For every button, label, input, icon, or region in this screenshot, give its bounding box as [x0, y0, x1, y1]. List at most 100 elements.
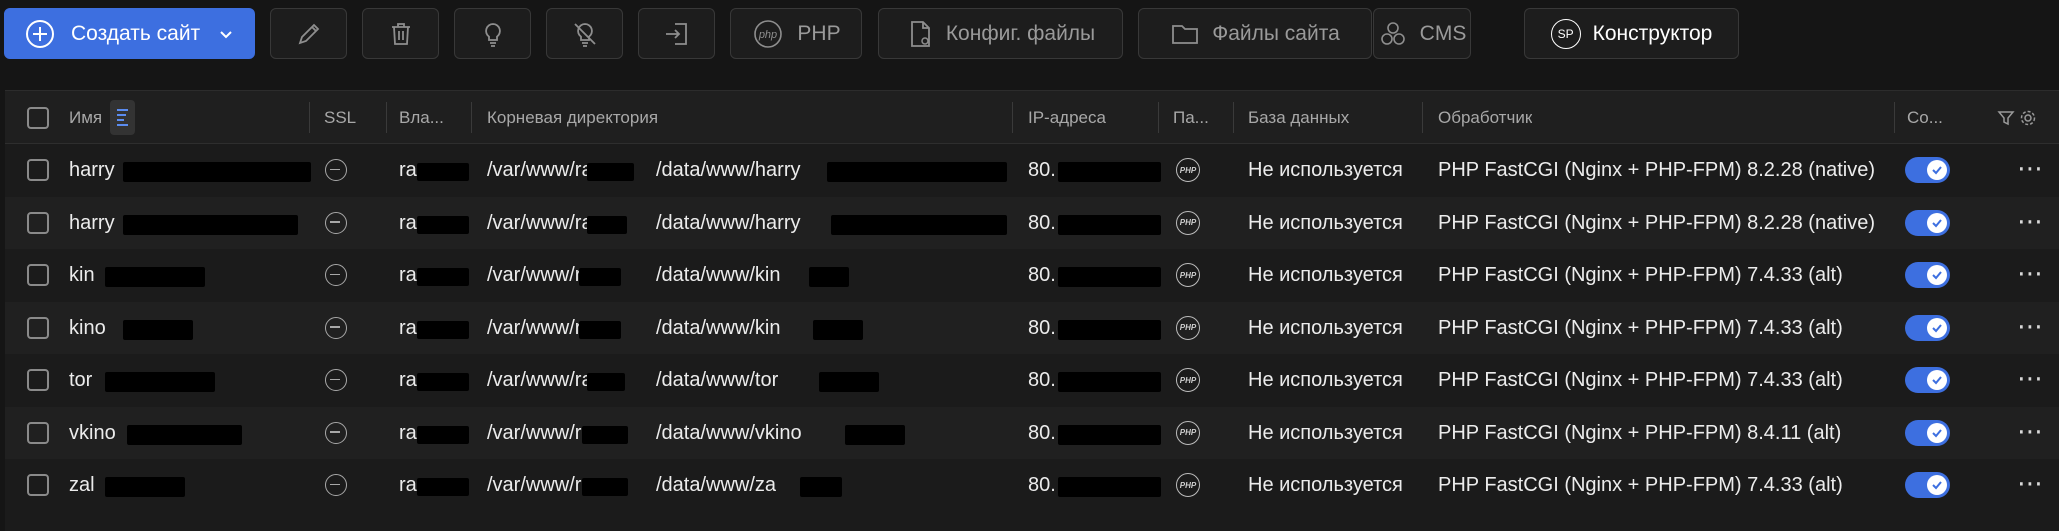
- column-divider[interactable]: [1894, 102, 1895, 133]
- root-directory-prefix: /var/www/ra: [487, 474, 593, 496]
- status-toggle[interactable]: [1905, 367, 1950, 393]
- pencil-icon: [298, 23, 319, 44]
- check-icon: [1932, 481, 1942, 490]
- toggle-knob: [1927, 212, 1947, 233]
- column-divider[interactable]: [309, 102, 310, 133]
- column-divider[interactable]: [1158, 102, 1159, 133]
- table-header: Имя SSL Вла... Корневая директория IP-ад…: [5, 91, 2059, 144]
- column-divider[interactable]: [1012, 102, 1013, 133]
- row-checkbox[interactable]: [27, 264, 49, 286]
- column-header-owner[interactable]: Вла...: [399, 91, 444, 144]
- edit-button[interactable]: [270, 8, 347, 59]
- column-header-name[interactable]: Имя: [69, 91, 102, 144]
- row-checkbox[interactable]: [27, 421, 49, 444]
- row-checkbox[interactable]: [27, 211, 49, 234]
- root-directory-suffix: /data/www/tor: [656, 369, 779, 391]
- root-directory-suffix: /data/www/harry: [656, 159, 801, 181]
- table-row[interactable]: harry ra /var/www/ra /data/www/harry 80.…: [5, 196, 2059, 249]
- redaction-mark: [582, 425, 628, 444]
- toggle-knob: [1927, 475, 1947, 495]
- filter-icon[interactable]: [1997, 109, 2015, 127]
- plus-circle-icon: [26, 19, 54, 48]
- select-all-checkbox[interactable]: [27, 107, 49, 129]
- column-header-handler[interactable]: Обработчик: [1438, 91, 1532, 144]
- handler: PHP FastCGI (Nginx + PHP-FPM) 7.4.33 (al…: [1438, 474, 1843, 496]
- lightbulb-off-icon: [573, 22, 596, 47]
- more-actions-icon[interactable]: ⋯: [2017, 418, 2044, 444]
- column-header-root-directory[interactable]: Корневая директория: [487, 91, 658, 144]
- row-checkbox[interactable]: [27, 369, 49, 391]
- sort-icon[interactable]: [110, 100, 135, 135]
- disable-button[interactable]: [546, 8, 623, 59]
- status-toggle[interactable]: [1905, 209, 1950, 236]
- database: Не используется: [1248, 264, 1403, 286]
- php-label: PHP: [797, 21, 841, 45]
- cms-button[interactable]: CMS: [1373, 8, 1471, 59]
- redaction-mark: [1058, 267, 1161, 287]
- column-header-pa[interactable]: Па...: [1173, 91, 1209, 144]
- column-header-status[interactable]: Со...: [1907, 91, 1943, 144]
- login-button[interactable]: [638, 8, 715, 59]
- create-site-button[interactable]: Создать сайт: [4, 8, 255, 59]
- redaction-mark: [417, 215, 469, 234]
- status-toggle[interactable]: [1905, 314, 1950, 341]
- site-name[interactable]: harry: [69, 144, 115, 196]
- column-header-database[interactable]: База данных: [1248, 91, 1349, 144]
- column-header-ssl[interactable]: SSL: [324, 91, 356, 144]
- site-name[interactable]: kin: [69, 249, 95, 301]
- column-divider[interactable]: [471, 102, 472, 133]
- site-owner: ra: [399, 264, 417, 286]
- site-name[interactable]: zal: [69, 459, 95, 511]
- column-divider[interactable]: [1422, 102, 1423, 133]
- redaction-mark: [1058, 424, 1161, 445]
- row-checkbox[interactable]: [27, 316, 49, 339]
- site-files-label: Файлы сайта: [1212, 21, 1340, 45]
- php-mode-icon: PHP: [1176, 368, 1200, 392]
- ssl-disabled-icon: [325, 211, 347, 234]
- root-directory-suffix: /data/www/vkino: [656, 421, 802, 444]
- table-row[interactable]: kino ra /var/www/ra /data/www/kin 80. PH…: [5, 301, 2059, 354]
- more-actions-icon[interactable]: ⋯: [2017, 470, 2044, 496]
- site-name[interactable]: vkino: [69, 407, 116, 459]
- table-row[interactable]: vkino ra /var/www/ra /data/www/vkino 80.…: [5, 406, 2059, 459]
- site-builder-button[interactable]: SP Конструктор: [1524, 8, 1739, 59]
- handler: PHP FastCGI (Nginx + PHP-FPM) 8.2.28 (na…: [1438, 159, 1875, 181]
- site-name[interactable]: kino: [69, 302, 106, 354]
- table-row[interactable]: zal ra /var/www/ra /data/www/za 80. PHP …: [5, 459, 2059, 512]
- row-checkbox[interactable]: [27, 474, 49, 496]
- more-actions-icon[interactable]: ⋯: [2017, 365, 2044, 391]
- status-toggle[interactable]: [1905, 419, 1950, 446]
- more-actions-icon[interactable]: ⋯: [2017, 155, 2044, 181]
- php-badge-text: PHP: [1179, 323, 1197, 332]
- folder-icon: [1172, 24, 1199, 44]
- column-divider[interactable]: [1233, 102, 1234, 133]
- table-row[interactable]: kin ra /var/www/ra /data/www/kin 80. PHP…: [5, 249, 2059, 302]
- site-files-button[interactable]: Файлы сайта: [1138, 8, 1372, 59]
- column-divider[interactable]: [386, 102, 387, 133]
- php-mode-icon: PHP: [1176, 315, 1200, 340]
- php-mode-icon: PHP: [1176, 473, 1200, 497]
- column-header-ip[interactable]: IP-адреса: [1028, 91, 1106, 144]
- row-checkbox[interactable]: [27, 159, 49, 181]
- status-toggle[interactable]: [1905, 157, 1950, 183]
- php-button[interactable]: php PHP: [730, 8, 862, 59]
- settings-icon[interactable]: [2019, 109, 2037, 127]
- status-toggle[interactable]: [1905, 262, 1950, 288]
- php-mode-icon: PHP: [1176, 263, 1200, 287]
- delete-button[interactable]: [362, 8, 439, 59]
- enable-button[interactable]: [454, 8, 531, 59]
- status-toggle[interactable]: [1905, 472, 1950, 498]
- more-actions-icon[interactable]: ⋯: [2017, 260, 2044, 286]
- table-row[interactable]: harry ra /var/www/ra /data/www/harry 80.…: [5, 144, 2059, 197]
- site-owner: ra: [399, 159, 417, 181]
- chevron-down-icon[interactable]: [218, 26, 234, 42]
- sitepro-icon: SP: [1550, 18, 1581, 49]
- site-name[interactable]: harry: [69, 197, 115, 249]
- config-files-button[interactable]: Конфиг. файлы: [878, 8, 1123, 59]
- more-actions-icon[interactable]: ⋯: [2017, 313, 2044, 339]
- table-row[interactable]: tor ra /var/www/ra /data/www/tor 80. PHP…: [5, 354, 2059, 407]
- more-actions-icon[interactable]: ⋯: [2017, 208, 2044, 234]
- config-file-icon: [910, 20, 930, 47]
- site-name[interactable]: tor: [69, 354, 92, 406]
- database: Не используется: [1248, 369, 1403, 391]
